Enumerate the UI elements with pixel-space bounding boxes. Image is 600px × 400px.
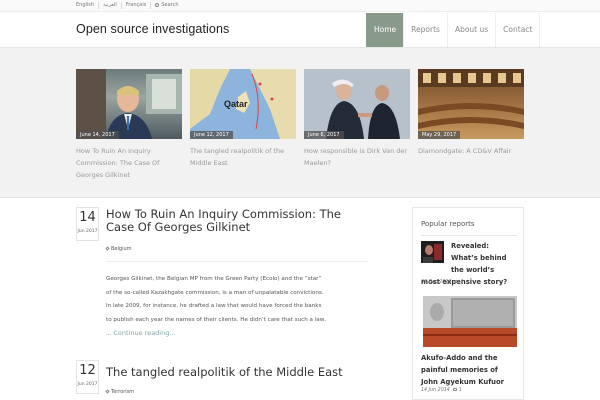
- lang-french-link[interactable]: Français: [122, 2, 152, 9]
- site-header: Open source investigations Home Reports …: [0, 12, 600, 48]
- featured-thumbnail[interactable]: May 29, 2017: [418, 69, 524, 139]
- excerpt-ellipsis: …: [106, 331, 112, 337]
- widget-title: Popular reports: [421, 220, 475, 228]
- excerpt-line: to publish each year the names of their …: [106, 316, 327, 323]
- event-stage-image: [423, 296, 517, 347]
- featured-card[interactable]: May 29, 2017 Diamondgate: A CD&V Affair: [418, 69, 524, 157]
- popular-thumbnail[interactable]: [423, 296, 517, 347]
- popular-title[interactable]: Revealed: What’s behind: [451, 240, 521, 264]
- featured-title[interactable]: How To Ruin An Inquiry Commission: The C…: [76, 145, 182, 181]
- excerpt-line: of the so-called Kazakhgate commission, …: [106, 289, 324, 296]
- popular-title-line: What’s behind: [451, 254, 507, 262]
- top-utility-bar: English العربية Français Search: [0, 0, 600, 12]
- popular-title-line: Revealed:: [451, 242, 489, 250]
- featured-card[interactable]: June 14, 2017 How To Ruin An Inquiry Com…: [76, 69, 182, 181]
- popular-title-line: Akufo-Addo and the: [421, 354, 498, 362]
- post-excerpt: Georges Gilkinet, the Belgian MP from th…: [106, 273, 368, 342]
- map-image: Qatar: [190, 69, 296, 139]
- excerpt-more-line: … Continue reading…: [106, 327, 368, 342]
- popular-title-line: the world’s: [451, 266, 495, 274]
- popular-date: 14 Jun 2014: [421, 388, 450, 393]
- language-links: English العربية Français Search: [76, 2, 183, 9]
- post-date-box: 12 Jun 2017: [76, 360, 99, 394]
- comment-icon: [453, 388, 458, 391]
- nav-item-reports[interactable]: Reports: [403, 13, 447, 47]
- continue-reading-link[interactable]: Continue reading…: [113, 329, 175, 337]
- excerpt-line: Georges Gilkinet, the Belgian MP from th…: [106, 276, 322, 282]
- map-label: Qatar: [224, 99, 248, 109]
- comment-icon: [455, 280, 460, 283]
- popular-reports-widget: Popular reports Revealed: What’s behind …: [412, 207, 524, 400]
- popular-meta: 02 Dec 2015 1: [421, 280, 464, 285]
- main-nav: Home Reports About us Contact: [366, 13, 541, 47]
- post-month: Jun 2017: [77, 382, 98, 387]
- date-badge: June 12, 2017: [190, 131, 233, 139]
- category-link[interactable]: Belgium: [111, 246, 132, 252]
- tag-icon: [105, 246, 110, 251]
- featured-title[interactable]: Diamondgate: A CD&V Affair: [418, 145, 524, 157]
- post-day: 12: [79, 363, 96, 378]
- post-title[interactable]: The tangled realpolitik of the Middle Ea…: [106, 366, 368, 379]
- nav-item-home[interactable]: Home: [366, 13, 404, 47]
- post-category: Belgium: [105, 246, 132, 252]
- post-month: Jun 2017: [77, 229, 98, 234]
- post-date-box: 14 Jun 2017: [76, 207, 99, 241]
- date-badge: June 14, 2017: [76, 131, 119, 139]
- post-entry: 14 Jun 2017 How To Ruin An Inquiry Commi…: [76, 207, 368, 337]
- lang-english-link[interactable]: English: [76, 2, 100, 9]
- tag-icon: [105, 389, 110, 394]
- popular-date: 02 Dec 2015: [421, 280, 452, 285]
- site-title[interactable]: Open source investigations: [76, 22, 229, 36]
- divider: [106, 261, 368, 262]
- popular-title-line: John Agyekum Kufuor: [421, 378, 505, 386]
- featured-posts-band: June 14, 2017 How To Ruin An Inquiry Com…: [0, 48, 600, 198]
- featured-thumbnail[interactable]: June 6, 2017: [304, 69, 410, 139]
- featured-card[interactable]: Qatar June 12, 2017 The tangled realpoli…: [190, 69, 296, 169]
- featured-title[interactable]: How responsible is Dirk Van der Maelen?: [304, 145, 410, 169]
- divider: [421, 235, 517, 236]
- category-link[interactable]: Terrorism: [111, 389, 134, 395]
- lang-arabic-link[interactable]: العربية: [99, 2, 122, 9]
- featured-thumbnail[interactable]: June 14, 2017: [76, 69, 182, 139]
- featured-title[interactable]: The tangled realpolitik of the Middle Ea…: [190, 145, 296, 169]
- post-entry: 12 Jun 2017 The tangled realpolitik of t…: [76, 360, 368, 400]
- popular-title[interactable]: Akufo-Addo and the painful memories of J…: [421, 352, 521, 388]
- popular-thumbnail[interactable]: [421, 241, 444, 263]
- date-badge: June 6, 2017: [304, 131, 344, 139]
- post-day: 14: [79, 210, 96, 225]
- search-icon: [155, 2, 160, 7]
- parliament-chamber-image: [418, 69, 524, 129]
- man-portrait-image: [76, 69, 182, 139]
- two-men-image: [304, 69, 410, 139]
- comment-count: 1: [458, 388, 462, 393]
- excerpt-line: In late 2009, for instance, he drafted a…: [106, 303, 322, 309]
- nav-item-contact[interactable]: Contact: [495, 13, 541, 47]
- nav-item-about-us[interactable]: About us: [446, 13, 495, 47]
- comment-count: 1: [460, 280, 464, 285]
- post-title[interactable]: How To Ruin An Inquiry Commission: The C…: [106, 208, 368, 234]
- date-badge: May 29, 2017: [418, 131, 461, 139]
- featured-card[interactable]: June 6, 2017 How responsible is Dirk Van…: [304, 69, 410, 169]
- popular-meta: 14 Jun 2014 1: [421, 388, 462, 393]
- poster-image: [421, 241, 444, 263]
- post-category: Terrorism: [105, 389, 134, 395]
- search-label: Search: [161, 2, 179, 8]
- search-link[interactable]: Search: [151, 2, 182, 9]
- featured-thumbnail[interactable]: Qatar June 12, 2017: [190, 69, 296, 139]
- popular-title-line: painful memories of: [421, 366, 498, 374]
